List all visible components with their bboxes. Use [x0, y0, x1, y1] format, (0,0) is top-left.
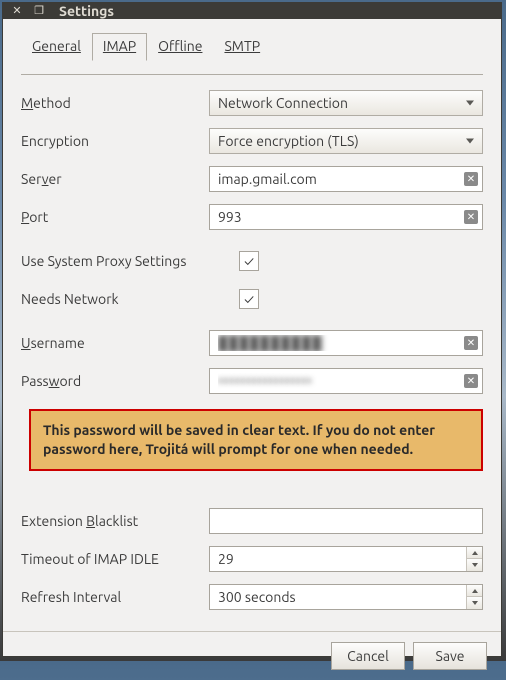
- refresh-spinbox[interactable]: 300 seconds: [209, 584, 483, 610]
- needs-network-checkbox[interactable]: ✓: [239, 289, 259, 309]
- tab-imap[interactable]: IMAP: [92, 33, 147, 61]
- tab-offline[interactable]: Offline: [147, 33, 213, 61]
- settings-window: ✕ ❐ Settings General IMAP Offline SMTP M…: [2, 2, 502, 657]
- chevron-down-icon: [472, 563, 478, 567]
- dialog-button-bar: Cancel Save: [3, 631, 501, 680]
- blacklist-input[interactable]: [209, 508, 483, 534]
- label-server: Server: [21, 171, 209, 187]
- chevron-down-icon: [466, 139, 474, 144]
- port-value: 993: [218, 209, 460, 225]
- tab-bar: General IMAP Offline SMTP: [21, 33, 483, 75]
- titlebar: ✕ ❐ Settings: [3, 3, 501, 19]
- content-area: General IMAP Offline SMTP Method Network…: [3, 19, 501, 631]
- username-value: ██████████: [218, 335, 460, 351]
- spin-up-button[interactable]: [467, 585, 482, 598]
- label-refresh: Refresh Interval: [21, 589, 209, 605]
- encryption-value: Force encryption (TLS): [218, 133, 359, 149]
- method-select[interactable]: Network Connection: [209, 90, 483, 116]
- check-icon: ✓: [244, 291, 254, 307]
- label-method: Method: [21, 95, 209, 111]
- spin-up-button[interactable]: [467, 547, 482, 560]
- encryption-select[interactable]: Force encryption (TLS): [209, 128, 483, 154]
- check-icon: ✓: [244, 253, 254, 269]
- username-input[interactable]: ██████████ ✕: [209, 330, 483, 356]
- server-input[interactable]: imap.gmail.com ✕: [209, 166, 483, 192]
- server-value: imap.gmail.com: [218, 171, 460, 187]
- restore-icon[interactable]: ❐: [33, 5, 45, 17]
- label-password: Password: [21, 373, 209, 389]
- spin-down-button[interactable]: [467, 559, 482, 571]
- chevron-up-icon: [472, 551, 478, 555]
- chevron-up-icon: [472, 589, 478, 593]
- window-title: Settings: [59, 3, 114, 19]
- method-value: Network Connection: [218, 95, 348, 111]
- clear-icon[interactable]: ✕: [464, 210, 478, 224]
- clear-icon[interactable]: ✕: [464, 336, 478, 350]
- chevron-down-icon: [466, 101, 474, 106]
- label-encryption: Encryption: [21, 133, 209, 149]
- label-username: Username: [21, 335, 209, 351]
- spin-down-button[interactable]: [467, 597, 482, 609]
- proxy-checkbox[interactable]: ✓: [239, 251, 259, 271]
- password-input[interactable]: ••••••••••••••••• ✕: [209, 368, 483, 394]
- chevron-down-icon: [472, 601, 478, 605]
- label-port: Port: [21, 209, 209, 225]
- save-button[interactable]: Save: [413, 642, 487, 670]
- close-icon[interactable]: ✕: [11, 5, 23, 17]
- label-needs-network: Needs Network: [21, 291, 239, 307]
- tab-smtp[interactable]: SMTP: [213, 33, 271, 61]
- password-value: •••••••••••••••••: [218, 373, 460, 389]
- refresh-value: 300 seconds: [210, 585, 466, 609]
- cancel-button[interactable]: Cancel: [331, 642, 405, 670]
- clear-icon[interactable]: ✕: [464, 172, 478, 186]
- port-input[interactable]: 993 ✕: [209, 204, 483, 230]
- idle-value: 29: [210, 547, 466, 571]
- idle-spinbox[interactable]: 29: [209, 546, 483, 572]
- password-warning: This password will be saved in clear tex…: [29, 409, 483, 471]
- label-proxy: Use System Proxy Settings: [21, 253, 239, 269]
- tab-general[interactable]: General: [21, 33, 92, 61]
- clear-icon[interactable]: ✕: [464, 374, 478, 388]
- label-idle: Timeout of IMAP IDLE: [21, 551, 209, 567]
- label-blacklist: Extension Blacklist: [21, 513, 209, 529]
